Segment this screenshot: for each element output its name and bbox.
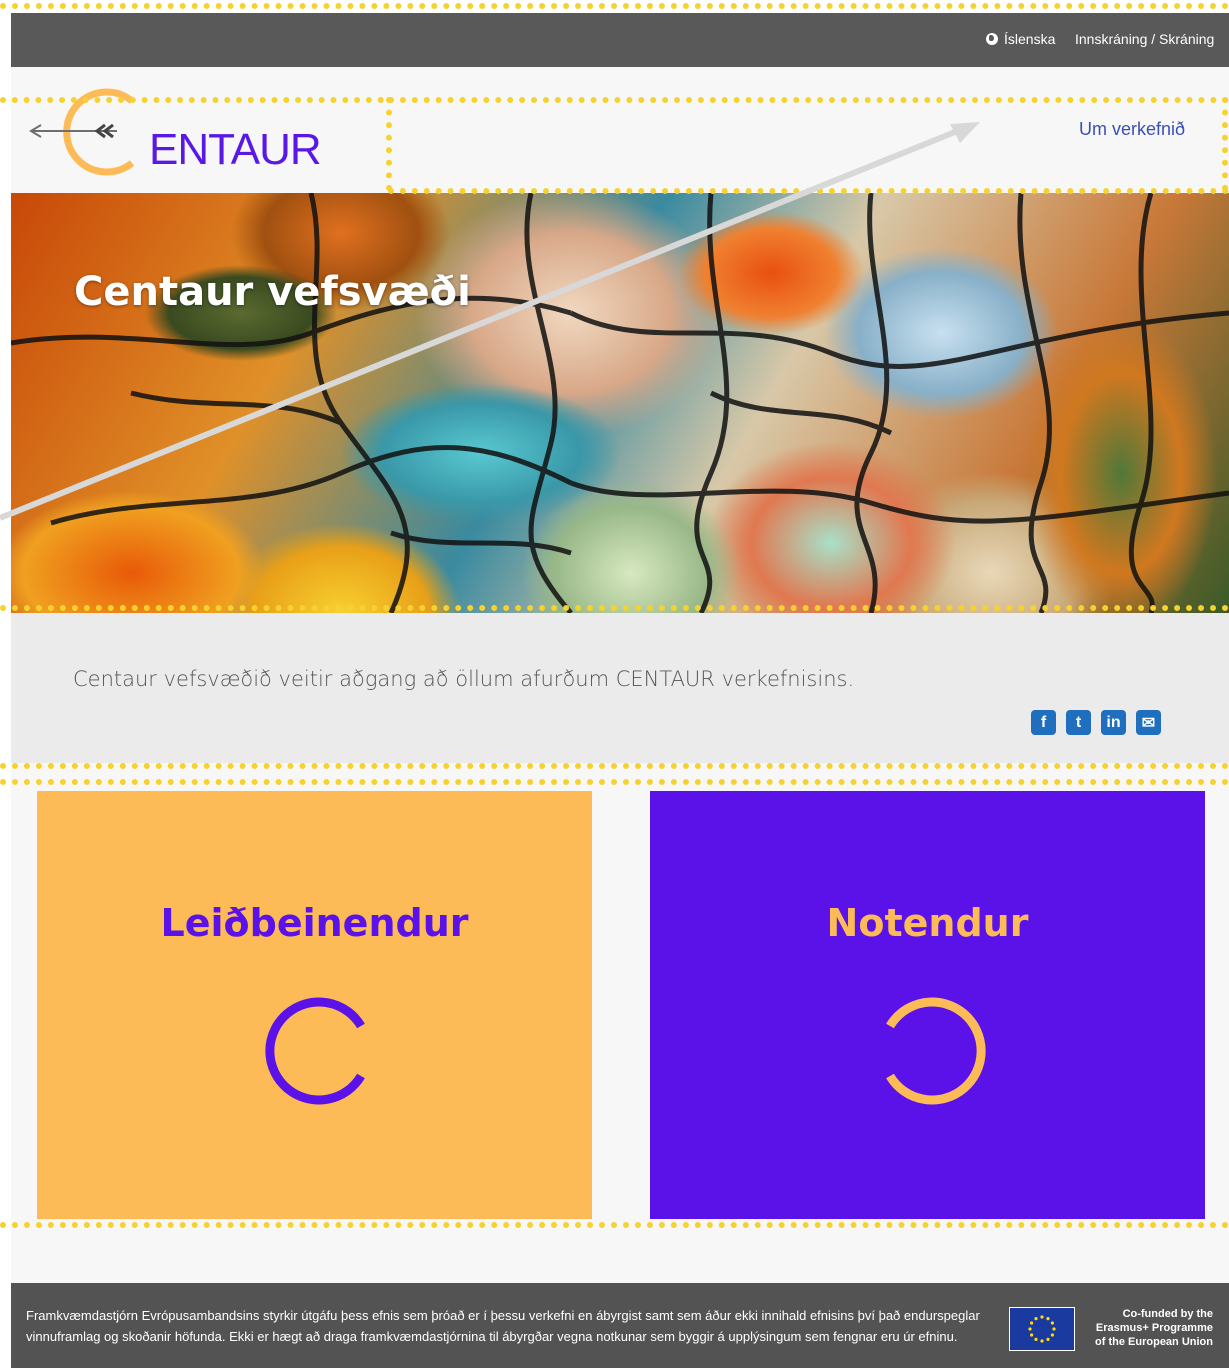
eu-line-1: Co-funded by the xyxy=(1122,1308,1213,1320)
hero-title: Centaur vefsvæði xyxy=(74,269,471,315)
linkedin-icon[interactable]: in xyxy=(1101,710,1126,735)
annotation-dots-cards-bottom xyxy=(0,1222,1229,1228)
card-users[interactable]: Notendur xyxy=(650,791,1205,1219)
annotation-dots-nav-right xyxy=(1222,97,1228,191)
site-header: ENTAUR Um verkefnið xyxy=(11,67,1229,193)
annotation-dots-intro-2 xyxy=(0,779,1229,785)
annotation-dots-nav-bottom xyxy=(388,188,1229,194)
social-share-bar: f t in ✉ xyxy=(1031,710,1161,735)
eu-line-3: of the European Union xyxy=(1095,1336,1213,1348)
annotation-dots-top xyxy=(0,3,1229,9)
card-title: Notendur xyxy=(826,901,1029,945)
login-register-link[interactable]: Innskráning / Skráning xyxy=(1075,31,1214,47)
language-label: Íslenska xyxy=(1004,31,1056,47)
annotation-dots-logo xyxy=(0,97,384,103)
annotation-dots-hero-bottom xyxy=(0,605,1229,611)
hero-banner: Centaur vefsvæði xyxy=(11,193,1229,613)
intro-section: Centaur vefsvæðið veitir aðgang að öllum… xyxy=(11,613,1229,763)
card-title: Leiðbeinendur xyxy=(160,901,469,945)
open-circle-icon xyxy=(265,997,365,1105)
page: Íslenska Innskráning / Skráning ENTAUR U… xyxy=(11,13,1229,1368)
annotation-dots-intro-1 xyxy=(0,763,1229,769)
email-icon[interactable]: ✉ xyxy=(1136,710,1161,735)
annotation-dots-nav-top xyxy=(388,97,1229,103)
open-circle-icon xyxy=(886,997,986,1105)
top-bar: Íslenska Innskráning / Skráning xyxy=(11,13,1229,67)
logo-text: ENTAUR xyxy=(149,125,322,174)
audience-cards: Leiðbeinendur Notendur xyxy=(11,763,1229,1283)
facebook-icon[interactable]: f xyxy=(1031,710,1056,735)
globe-icon xyxy=(986,33,998,45)
intro-text: Centaur vefsvæðið veitir aðgang að öllum… xyxy=(73,667,855,691)
eu-disclaimer: Framkvæmdastjórn Evrópusambandsins styrk… xyxy=(26,1308,980,1344)
annotation-dots-nav-left xyxy=(386,97,392,191)
stained-glass-lines-icon xyxy=(11,193,1229,613)
card-instructors[interactable]: Leiðbeinendur xyxy=(37,791,592,1219)
nav-link-about[interactable]: Um verkefnið xyxy=(1079,119,1185,140)
language-selector[interactable]: Íslenska xyxy=(986,31,1055,47)
eu-flag-icon xyxy=(1009,1307,1075,1351)
eu-line-2: Erasmus+ Programme xyxy=(1095,1322,1213,1334)
footer: Framkvæmdastjórn Evrópusambandsins styrk… xyxy=(11,1283,1229,1368)
erasmus-cofunded-label: Co-funded by the Erasmus+ Programme of t… xyxy=(1079,1307,1213,1349)
twitter-icon[interactable]: t xyxy=(1066,710,1091,735)
